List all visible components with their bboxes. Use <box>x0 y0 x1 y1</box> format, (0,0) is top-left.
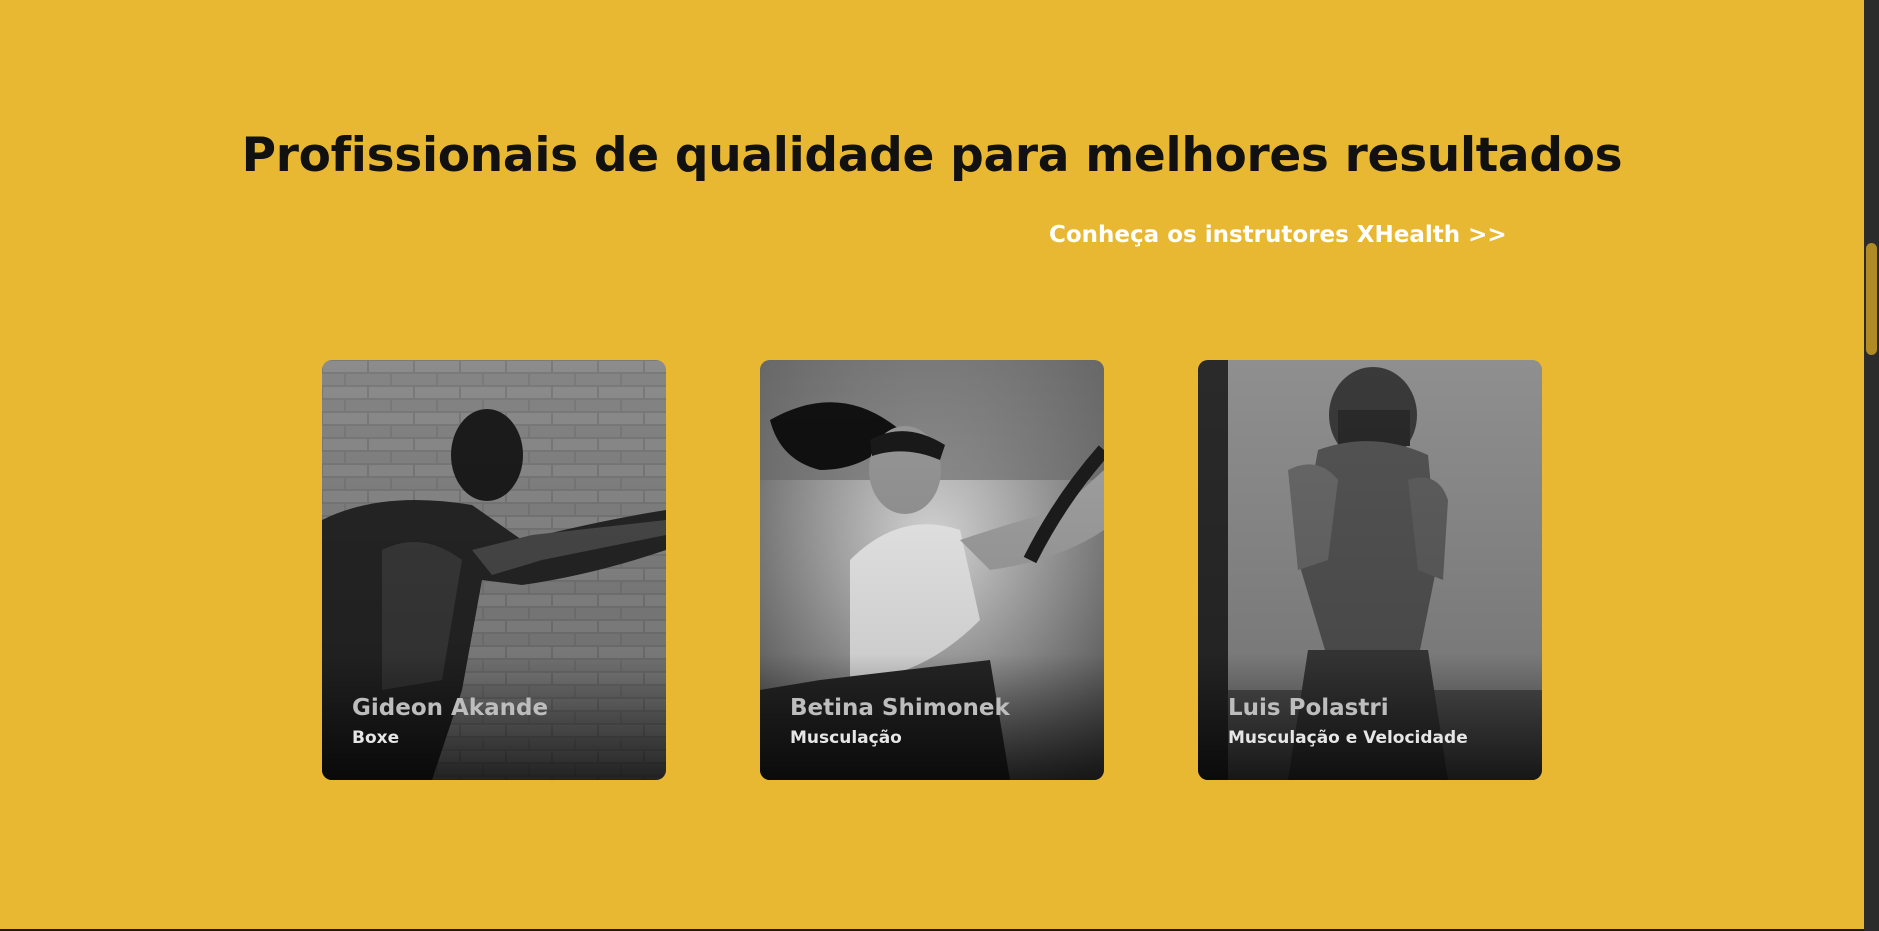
page-scrollbar[interactable] <box>1864 0 1879 931</box>
scrollbar-thumb[interactable] <box>1866 243 1877 355</box>
instructor-name: Betina Shimonek <box>790 695 1010 721</box>
instructor-card[interactable]: Gideon Akande Boxe <box>322 360 666 780</box>
instructor-card[interactable]: Luis Polastri Musculação e Velocidade <box>1198 360 1542 780</box>
meet-instructors-link[interactable]: Conheça os instrutores XHealth >> <box>1049 222 1507 248</box>
instructor-specialty: Boxe <box>352 728 400 748</box>
instructor-name: Gideon Akande <box>352 695 549 721</box>
section-title: Profissionais de qualidade para melhores… <box>241 128 1623 183</box>
instructor-specialty: Musculação e Velocidade <box>1228 728 1468 748</box>
instructors-section: Profissionais de qualidade para melhores… <box>0 0 1864 931</box>
instructor-name: Luis Polastri <box>1228 695 1389 721</box>
instructor-card[interactable]: Betina Shimonek Musculação <box>760 360 1104 780</box>
instructor-specialty: Musculação <box>790 728 902 748</box>
